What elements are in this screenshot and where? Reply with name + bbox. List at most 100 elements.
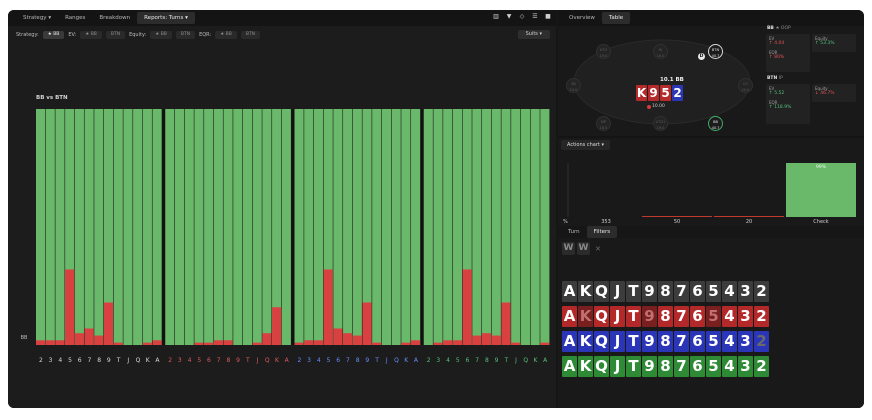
tab-turn[interactable]: Turn: [561, 226, 587, 238]
rank-toggle[interactable]: Q: [594, 281, 609, 302]
rank-toggle[interactable]: T: [626, 281, 641, 302]
bar-overlay[interactable]: [452, 340, 462, 345]
bar-base[interactable]: [352, 109, 362, 345]
bar-overlay[interactable]: [36, 340, 46, 345]
ww-button-2[interactable]: W: [577, 242, 590, 255]
bar-base[interactable]: [174, 109, 185, 345]
bar-base[interactable]: [401, 109, 411, 345]
diamond-icon[interactable]: ◇: [518, 13, 526, 21]
bar-base[interactable]: [313, 109, 324, 345]
bar-base[interactable]: [443, 109, 453, 345]
rank-toggle[interactable]: 4: [722, 281, 737, 302]
bar-base[interactable]: [233, 109, 243, 345]
bar-overlay[interactable]: [204, 342, 214, 345]
rank-toggle[interactable]: A: [562, 356, 577, 377]
rank-toggle[interactable]: 5: [706, 356, 721, 377]
bar-overlay[interactable]: [262, 333, 272, 345]
bar-overlay[interactable]: [65, 269, 75, 345]
rank-toggle[interactable]: A: [562, 306, 577, 327]
bar-base[interactable]: [36, 109, 46, 345]
rank-toggle[interactable]: 7: [674, 356, 689, 377]
rank-toggle[interactable]: T: [626, 306, 641, 327]
action-bar[interactable]: [786, 163, 856, 217]
actions-chart-dropdown[interactable]: Actions chart ▾: [561, 140, 610, 150]
bar-overlay[interactable]: [401, 342, 411, 345]
rank-toggle[interactable]: 6: [690, 356, 705, 377]
rank-toggle[interactable]: 9: [642, 331, 657, 352]
bar-overlay[interactable]: [84, 328, 94, 345]
seat-co[interactable]: CO 20.0: [738, 78, 753, 93]
bar-overlay[interactable]: [142, 342, 152, 345]
rank-toggle[interactable]: 3: [738, 356, 753, 377]
bar-overlay[interactable]: [152, 340, 162, 345]
rank-toggle[interactable]: 6: [690, 331, 705, 352]
rank-toggle[interactable]: 7: [674, 306, 689, 327]
bar-overlay[interactable]: [194, 342, 204, 345]
bar-base[interactable]: [184, 109, 194, 345]
bar-base[interactable]: [84, 109, 94, 345]
bar-base[interactable]: [242, 109, 253, 345]
rank-toggle[interactable]: 8: [658, 331, 673, 352]
rank-toggle[interactable]: 5: [706, 281, 721, 302]
rank-toggle[interactable]: K: [578, 281, 593, 302]
rank-toggle[interactable]: 2: [754, 331, 769, 352]
rank-toggle[interactable]: J: [610, 331, 625, 352]
rank-toggle[interactable]: 9: [642, 306, 657, 327]
rank-toggle[interactable]: Q: [594, 306, 609, 327]
bar-base[interactable]: [113, 109, 123, 345]
rank-toggle[interactable]: K: [578, 306, 593, 327]
bar-base[interactable]: [74, 109, 84, 345]
bar-overlay[interactable]: [491, 335, 501, 345]
bar-overlay[interactable]: [352, 335, 362, 345]
rank-toggle[interactable]: 9: [642, 356, 657, 377]
bar-base[interactable]: [165, 109, 175, 345]
bar-base[interactable]: [123, 109, 133, 345]
bar-overlay[interactable]: [501, 302, 511, 345]
bar-base[interactable]: [423, 109, 433, 345]
bar-overlay[interactable]: [511, 342, 521, 345]
seat-bb[interactable]: BB 40.7: [708, 116, 723, 131]
rank-toggle[interactable]: 8: [658, 281, 673, 302]
bar-overlay[interactable]: [45, 340, 55, 345]
bar-overlay[interactable]: [472, 335, 482, 345]
bar-base[interactable]: [520, 109, 530, 345]
bar-base[interactable]: [55, 109, 65, 345]
ev-btn-chip[interactable]: BTN: [105, 30, 126, 39]
rank-toggle[interactable]: J: [610, 306, 625, 327]
ww-button-1[interactable]: W: [562, 242, 575, 255]
bar-base[interactable]: [511, 109, 521, 345]
bar-overlay[interactable]: [94, 335, 104, 345]
rank-toggle[interactable]: Q: [594, 356, 609, 377]
seat-utg1[interactable]: UTG1 19.0: [653, 116, 668, 131]
ev-bb-chip[interactable]: ★ BB: [80, 30, 102, 39]
rank-toggle[interactable]: 9: [642, 281, 657, 302]
rank-toggle[interactable]: 8: [658, 306, 673, 327]
rank-toggle[interactable]: T: [626, 331, 641, 352]
bar-base[interactable]: [252, 109, 262, 345]
bar-overlay[interactable]: [55, 340, 65, 345]
bar-base[interactable]: [491, 109, 501, 345]
bar-base[interactable]: [411, 109, 421, 345]
bar-base[interactable]: [94, 109, 104, 345]
rank-toggle[interactable]: 3: [738, 281, 753, 302]
bar-base[interactable]: [391, 109, 401, 345]
bar-base[interactable]: [194, 109, 204, 345]
bar-overlay[interactable]: [113, 342, 123, 345]
bar-base[interactable]: [452, 109, 462, 345]
bar-overlay[interactable]: [313, 340, 324, 345]
seat-hj[interactable]: HJ 18.0: [653, 44, 668, 59]
action-bar[interactable]: [642, 216, 712, 217]
bar-overlay[interactable]: [343, 333, 353, 345]
bar-base[interactable]: [333, 109, 343, 345]
bar-base[interactable]: [204, 109, 214, 345]
bar-base[interactable]: [152, 109, 162, 345]
rank-toggle[interactable]: 6: [690, 281, 705, 302]
action-bar[interactable]: [714, 216, 784, 217]
rank-toggle[interactable]: 3: [738, 331, 753, 352]
bar-base[interactable]: [281, 109, 291, 345]
bar-overlay[interactable]: [294, 342, 304, 345]
tab-ranges[interactable]: Ranges: [58, 12, 92, 24]
bar-overlay[interactable]: [304, 340, 314, 345]
bar-overlay[interactable]: [443, 340, 453, 345]
rank-toggle[interactable]: K: [578, 331, 593, 352]
